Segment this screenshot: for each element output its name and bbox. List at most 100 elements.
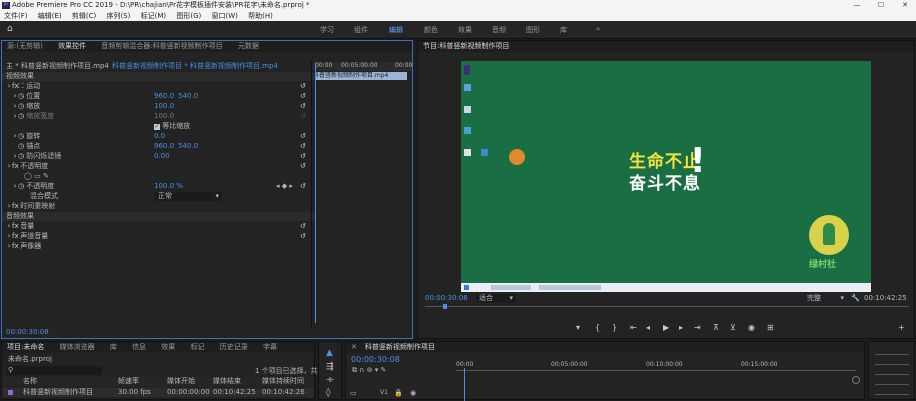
rectangle-mask-icon[interactable]: ▭ — [34, 172, 41, 180]
keyframe-nav-icon[interactable]: ◂ ◆ ▸ — [276, 182, 293, 191]
track-target-icon[interactable]: ▭ — [350, 389, 357, 397]
goto-out-icon[interactable]: ⇥ — [694, 323, 701, 332]
workspace-effects[interactable]: 效果 — [458, 25, 472, 35]
time-remap-effect[interactable]: › fx 时间重映射 — [6, 202, 56, 211]
quality-dropdown[interactable]: 完整 ▾ — [807, 294, 847, 303]
mini-timeline-clip[interactable]: 科普竖新视频制作项目.mp4 — [313, 72, 407, 80]
col-name[interactable]: 名称 — [23, 377, 37, 386]
rotation-value[interactable]: 0.0 — [154, 132, 165, 141]
eye-icon[interactable]: ◉ — [410, 389, 416, 397]
program-video-frame[interactable]: 生命不止 奋斗不息 ! 绿村社 — [461, 61, 871, 292]
close-icon[interactable]: ✕ — [351, 342, 357, 353]
workspace-overflow[interactable]: » — [596, 25, 600, 33]
linked-icon[interactable]: ⊚ — [367, 366, 373, 374]
step-back-icon[interactable]: ◂ — [646, 323, 650, 332]
nest-icon[interactable]: ⧉ — [352, 366, 357, 374]
anchor-y-value[interactable]: 540.0 — [178, 142, 198, 151]
workspace-libraries[interactable]: 库 — [560, 25, 567, 35]
goto-in-icon[interactable]: ⇤ — [630, 323, 637, 332]
col-duration[interactable]: 媒体持续时间 — [262, 377, 304, 386]
reset-icon[interactable]: ↺ — [300, 162, 306, 170]
settings-wrench-icon[interactable]: 🔧 — [851, 294, 860, 303]
panner-effect[interactable]: › fx 声像器 — [6, 242, 42, 251]
tab-media-browser[interactable]: 媒体浏览器 — [60, 342, 95, 353]
tab-source[interactable]: 源:(无剪辑) — [7, 41, 43, 52]
stopwatch-icon[interactable]: ◷ — [18, 152, 24, 161]
track-select-icon[interactable]: ⇶ — [326, 362, 334, 372]
menu-help[interactable]: 帮助(H) — [248, 12, 273, 20]
position-y-value[interactable]: 540.0 — [178, 92, 198, 101]
col-end[interactable]: 媒体结束 — [213, 377, 241, 386]
workspace-editing[interactable]: 编辑 — [389, 25, 403, 35]
timeline-timecode[interactable]: 00:00:30:08 — [351, 355, 400, 364]
project-search-input[interactable]: ⚲ — [6, 366, 102, 375]
menu-graphics[interactable]: 图形(G) — [176, 12, 201, 20]
menu-edit[interactable]: 编辑(E) — [38, 12, 62, 20]
workspace-graphics[interactable]: 图形 — [526, 25, 540, 35]
out-icon[interactable]: } — [612, 323, 617, 332]
fx-icon[interactable]: fx — [12, 232, 19, 241]
menu-window[interactable]: 窗口(W) — [211, 12, 237, 20]
blend-mode-dropdown[interactable]: 正常 ▾ — [154, 192, 222, 201]
volume-effect[interactable]: › fx 音量 — [6, 222, 35, 231]
lift-icon[interactable]: ⊼ — [713, 323, 719, 332]
razor-tool-icon[interactable]: ◊ — [326, 388, 330, 398]
opacity-effect[interactable]: › fx 不透明度 — [6, 162, 49, 171]
anchor-x-value[interactable]: 960.0 — [154, 142, 174, 151]
snap-icon[interactable]: ∩ — [359, 366, 364, 374]
extract-icon[interactable]: ⊻ — [730, 323, 736, 332]
fx-icon[interactable]: fx — [12, 162, 19, 171]
tab-captions[interactable]: 字幕 — [263, 342, 277, 353]
tab-audio-clip-mixer[interactable]: 音频剪辑混合器:科普竖新视频制作项目 — [101, 41, 222, 52]
menu-clip[interactable]: 剪辑(C) — [72, 12, 96, 20]
stopwatch-icon[interactable]: ◷ — [18, 102, 24, 111]
play-icon[interactable]: ▶ — [663, 323, 669, 332]
timeline-ruler[interactable] — [456, 370, 856, 371]
fx-icon[interactable]: fx — [12, 222, 19, 231]
scale-value[interactable]: 100.0 — [154, 102, 174, 111]
col-fps[interactable]: 帧速率 — [118, 377, 139, 386]
stopwatch-icon[interactable]: ◷ — [18, 92, 24, 101]
timeline-zoom-handle[interactable] — [852, 376, 860, 384]
tab-info[interactable]: 信息 — [132, 342, 146, 353]
tab-markers[interactable]: 标记 — [191, 342, 205, 353]
tab-history[interactable]: 历史记录 — [220, 342, 248, 353]
tab-libraries[interactable]: 库 — [110, 342, 117, 353]
opacity-value[interactable]: 100.0 % — [154, 182, 183, 191]
antiflicker-value[interactable]: 0.00 — [154, 152, 170, 161]
add-icon[interactable]: + — [898, 323, 905, 332]
step-forward-icon[interactable]: ▸ — [679, 323, 683, 332]
stopwatch-icon[interactable]: ◷ — [18, 132, 24, 141]
button-editor-icon[interactable]: ⊞ — [767, 323, 774, 332]
menu-sequence[interactable]: 序列(S) — [106, 12, 130, 20]
menu-file[interactable]: 文件(F) — [4, 12, 28, 20]
workspace-color[interactable]: 颜色 — [424, 25, 438, 35]
marker-icon[interactable]: ▾ — [375, 366, 379, 374]
tab-program[interactable]: 节目:科普竖新视频制作项目 — [423, 41, 509, 52]
reset-icon[interactable]: ↺ — [300, 222, 306, 230]
reset-icon[interactable]: ↺ — [300, 102, 306, 110]
selection-tool-icon[interactable]: ▲ — [326, 348, 333, 358]
reset-icon[interactable]: ↺ — [300, 232, 306, 240]
reset-icon[interactable]: ↺ — [300, 82, 306, 90]
program-timecode[interactable]: 00:00:30:08 — [425, 294, 468, 303]
in-icon[interactable]: { — [595, 323, 600, 332]
menu-marker[interactable]: 标记(M) — [141, 12, 167, 20]
stopwatch-icon[interactable]: ◷ — [18, 182, 24, 191]
tab-effects[interactable]: 效果 — [161, 342, 175, 353]
reset-icon[interactable]: ↺ — [300, 182, 306, 190]
ellipse-mask-icon[interactable]: ◯ — [24, 172, 32, 180]
ripple-edit-icon[interactable]: ⟛ — [326, 375, 334, 385]
workspace-learning[interactable]: 学习 — [320, 25, 334, 35]
motion-effect[interactable]: › fx⛶ 运动 — [6, 82, 41, 91]
clip-selector[interactable]: 科普竖新视频制作项目 * 科普竖新视频制作项目.mp4 — [112, 62, 278, 71]
tab-effect-controls[interactable]: 效果控件 — [58, 41, 86, 52]
pen-mask-icon[interactable]: ✎ — [43, 172, 49, 180]
uniform-scale-checkbox[interactable]: ✓ 等比缩放 — [154, 122, 190, 131]
reset-icon[interactable]: ↺ — [300, 152, 306, 160]
stopwatch-icon[interactable]: ◷ — [18, 142, 24, 151]
tab-sequence[interactable]: 科普竖新视频制作项目 — [365, 342, 435, 353]
home-icon[interactable]: ⌂ — [7, 24, 13, 34]
export-frame-icon[interactable]: ◉ — [748, 323, 755, 332]
reset-icon[interactable]: ↺ — [300, 132, 306, 140]
